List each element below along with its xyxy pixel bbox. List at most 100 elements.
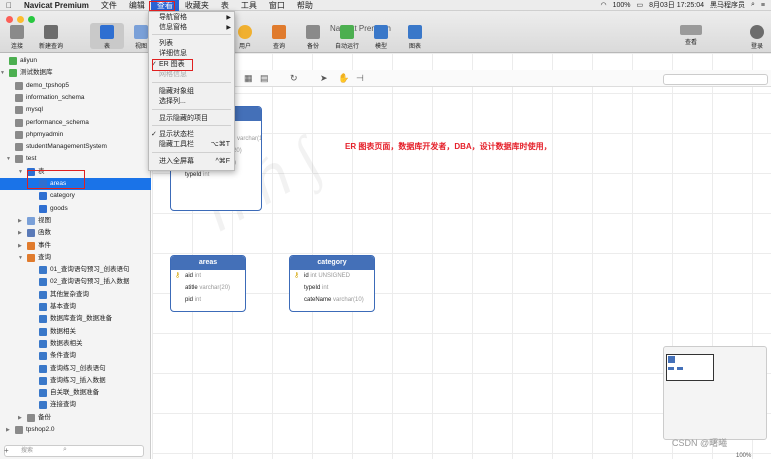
add-connection-icon[interactable]: + xyxy=(4,446,9,455)
expand-arrow-icon[interactable]: ▼ xyxy=(18,166,23,178)
er-field[interactable]: pid int xyxy=(171,294,245,306)
sidebar-item[interactable]: 数据库查询_数据准备 xyxy=(0,313,151,325)
sidebar-item[interactable]: 查询练习_插入数据 xyxy=(0,375,151,387)
automation-button[interactable]: 自动运行 xyxy=(330,25,364,50)
view-menu-item[interactable]: 导航窗格 ▶ xyxy=(149,13,236,23)
sidebar-item[interactable]: ▶ 备份 xyxy=(0,412,151,424)
connect-button[interactable]: 连接 xyxy=(0,25,34,50)
menu-edit[interactable]: 编辑 xyxy=(123,0,151,11)
collapse-arrow-icon[interactable]: ▶ xyxy=(6,424,10,436)
sidebar-item[interactable]: ▶ 函数 xyxy=(0,227,151,239)
view-menu-item[interactable]: 选择列... xyxy=(149,97,236,107)
sidebar-item[interactable]: 自关联_数据准备 xyxy=(0,387,151,399)
sidebar-item[interactable]: information_schema xyxy=(0,92,151,104)
chart-button[interactable]: 图表 xyxy=(398,25,432,50)
er-field[interactable]: atitle varchar(20) xyxy=(171,282,245,294)
view-menu-item[interactable]: 列表 xyxy=(149,39,236,49)
menu-tools[interactable]: 工具 xyxy=(235,0,263,11)
view-menu-item[interactable]: 隐藏对象组 xyxy=(149,87,236,97)
sidebar-item[interactable]: 连接查询 xyxy=(0,399,151,411)
expand-arrow-icon[interactable]: ▼ xyxy=(6,153,11,165)
view-toggle-button[interactable]: 查看 xyxy=(674,25,708,46)
sidebar-item[interactable]: 01_查询语句预习_创表语句 xyxy=(0,264,151,276)
sidebar-item[interactable]: mysql xyxy=(0,104,151,116)
er-minimap[interactable] xyxy=(663,346,767,440)
sidebar-item[interactable]: ▶ 视图 xyxy=(0,215,151,227)
er-table-title[interactable]: areas xyxy=(171,256,245,270)
view-menu-item[interactable]: 隐藏工具栏 ⌥⌘T xyxy=(149,140,236,150)
view-menu-item[interactable]: 显示隐藏的项目 xyxy=(149,114,236,124)
menu-window[interactable]: 窗口 xyxy=(263,0,291,11)
new-query-button[interactable]: 新建查询 xyxy=(34,25,68,50)
clock[interactable]: 8月03日 17:25:04 xyxy=(649,0,704,10)
sidebar-search-input[interactable]: 搜索 xyxy=(4,445,144,457)
er-table-category[interactable]: category ⚷ id int UNSIGNED typeId int cat… xyxy=(289,255,375,312)
hand-icon[interactable]: ✋ xyxy=(338,73,349,84)
menu-list-icon[interactable]: ≡ xyxy=(761,2,765,9)
sidebar-item[interactable]: 其他复杂查询 xyxy=(0,289,151,301)
maximize-window-button[interactable] xyxy=(28,16,35,23)
collapse-arrow-icon[interactable]: ▶ xyxy=(18,227,22,239)
sidebar-item[interactable]: 条件查询 xyxy=(0,350,151,362)
sidebar-item[interactable]: 基本查询 xyxy=(0,301,151,313)
er-field[interactable]: ⚷ id int UNSIGNED xyxy=(290,270,374,282)
expand-arrow-icon[interactable]: ▼ xyxy=(0,67,5,79)
export-icon[interactable]: ▤ xyxy=(260,73,269,84)
sidebar-item[interactable]: ▶ 事件 xyxy=(0,240,151,252)
er-field[interactable]: ⚷ aid int xyxy=(171,270,245,282)
menu-help[interactable]: 帮助 xyxy=(291,0,319,11)
sidebar-item[interactable]: ▶ tpshop2.0 xyxy=(0,424,151,436)
query-button[interactable]: 查询 xyxy=(262,25,296,50)
menu-favorites[interactable]: 收藏夹 xyxy=(179,0,215,11)
minimize-window-button[interactable] xyxy=(17,16,24,23)
backup-button[interactable]: 备份 xyxy=(296,25,330,50)
er-field[interactable]: typeId int xyxy=(290,282,374,294)
er-field[interactable]: cateName varchar(10) xyxy=(290,294,374,306)
sidebar-item[interactable]: 数据表相关 xyxy=(0,338,151,350)
collapse-arrow-icon[interactable]: ▶ xyxy=(18,240,22,252)
sidebar-item[interactable]: ▼ 测试数据库 xyxy=(0,67,151,79)
er-search-input[interactable] xyxy=(663,74,768,85)
pointer-icon[interactable]: ➤ xyxy=(320,73,328,84)
zoom-level[interactable]: 100% xyxy=(736,453,751,459)
view-menu-item[interactable]: 进入全屏幕 ^⌘F xyxy=(149,157,236,167)
collapse-arrow-icon[interactable]: ▶ xyxy=(18,215,22,227)
table-button[interactable]: 表 xyxy=(90,23,124,50)
sidebar-item[interactable]: studentManagementSystem xyxy=(0,141,151,153)
sidebar-item[interactable]: performance_schema xyxy=(0,117,151,129)
menu-table[interactable]: 表 xyxy=(215,0,235,11)
wifi-icon[interactable]: ◠ xyxy=(600,1,606,9)
er-table-areas[interactable]: areas ⚷ aid int atitle varchar(20) pid in… xyxy=(170,255,246,312)
expand-arrow-icon[interactable]: ▼ xyxy=(18,252,23,264)
view-menu-item[interactable]: 详细信息 xyxy=(149,49,236,59)
model-button[interactable]: 模型 xyxy=(364,25,398,50)
app-name[interactable]: Navicat Premium xyxy=(18,0,95,11)
view-menu-item[interactable]: ✓ 显示状态栏 xyxy=(149,130,236,140)
sidebar-item[interactable]: ▼ test xyxy=(0,153,151,165)
relation-icon[interactable]: ⊣ xyxy=(356,73,364,84)
field-name: typeId xyxy=(185,172,202,178)
sidebar-item[interactable]: goods xyxy=(0,203,151,215)
view-menu-item[interactable]: 信息窗格 ▶ xyxy=(149,23,236,33)
menu-file[interactable]: 文件 xyxy=(95,0,123,11)
sidebar-item-label: category xyxy=(50,192,75,200)
er-table-title[interactable]: category xyxy=(290,256,374,270)
grid-icon[interactable]: ▦ xyxy=(244,73,253,84)
close-window-button[interactable] xyxy=(6,16,13,23)
sidebar-item[interactable]: 查询练习_创表语句 xyxy=(0,363,151,375)
apple-icon[interactable]:  xyxy=(0,0,18,11)
user-name[interactable]: 黑马程序员 xyxy=(710,0,745,10)
sidebar-item[interactable]: demo_tpshop5 xyxy=(0,80,151,92)
sidebar-item[interactable]: ▼ 查询 xyxy=(0,252,151,264)
collapse-arrow-icon[interactable]: ▶ xyxy=(18,412,22,424)
refresh-icon[interactable]: ↻ xyxy=(290,73,298,84)
sidebar-item[interactable]: 02_查询语句预习_插入数据 xyxy=(0,276,151,288)
database-icon xyxy=(15,93,23,102)
sidebar-item[interactable]: aliyun xyxy=(0,55,151,67)
login-button[interactable]: 登录 xyxy=(740,25,771,50)
sidebar-item[interactable]: category xyxy=(0,190,151,202)
search-icon[interactable]: ⌕ xyxy=(751,1,755,9)
sidebar-item[interactable]: phpmyadmin xyxy=(0,129,151,141)
sidebar-item[interactable]: 数据相关 xyxy=(0,326,151,338)
battery-label[interactable]: 100% xyxy=(613,2,631,9)
